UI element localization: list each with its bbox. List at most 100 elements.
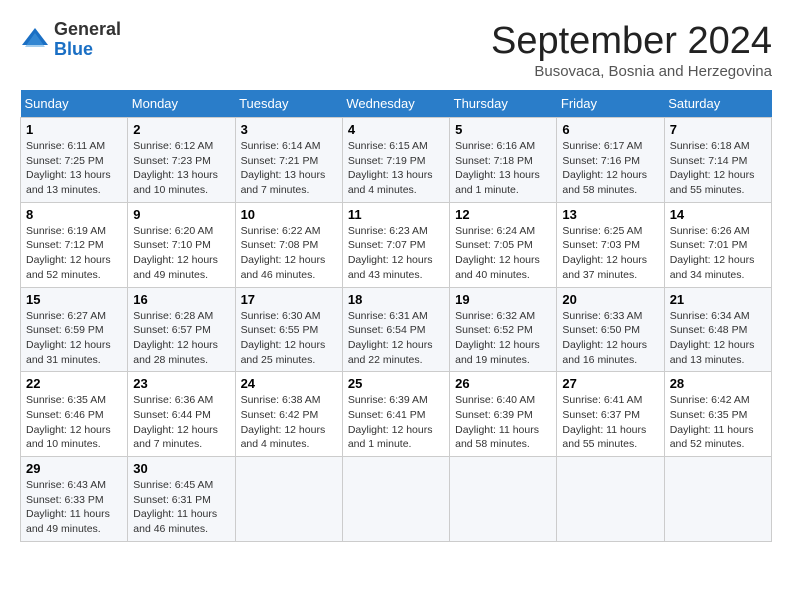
day-number: 21 [670,292,766,307]
calendar-cell: 19 Sunrise: 6:32 AMSunset: 6:52 PMDayligh… [450,287,557,372]
calendar-cell: 18 Sunrise: 6:31 AMSunset: 6:54 PMDayligh… [342,287,449,372]
day-number: 19 [455,292,551,307]
calendar-cell: 25Sunrise: 6:39 AMSunset: 6:41 PMDayligh… [342,372,449,457]
day-number: 23 [133,376,229,391]
logo-icon [20,25,50,55]
calendar-cell: 13 Sunrise: 6:25 AMSunset: 7:03 PMDayligh… [557,202,664,287]
day-number: 18 [348,292,444,307]
calendar-week-row: 29Sunrise: 6:43 AMSunset: 6:33 PMDayligh… [21,457,772,542]
day-info: Sunrise: 6:27 AMSunset: 6:59 PMDaylight:… [26,309,122,368]
day-number: 26 [455,376,551,391]
calendar-week-row: 8 Sunrise: 6:19 AMSunset: 7:12 PMDaylight… [21,202,772,287]
day-info: Sunrise: 6:25 AMSunset: 7:03 PMDaylight:… [562,224,658,283]
day-number: 12 [455,207,551,222]
day-info: Sunrise: 6:28 AMSunset: 6:57 PMDaylight:… [133,309,229,368]
calendar-cell: 9Sunrise: 6:20 AMSunset: 7:10 PMDaylight… [128,202,235,287]
logo-text: General Blue [54,20,121,60]
day-info: Sunrise: 6:16 AMSunset: 7:18 PMDaylight:… [455,139,551,198]
calendar-cell: 24 Sunrise: 6:38 AMSunset: 6:42 PMDayligh… [235,372,342,457]
day-number: 27 [562,376,658,391]
day-info: Sunrise: 6:26 AMSunset: 7:01 PMDaylight:… [670,224,766,283]
calendar-cell: 15Sunrise: 6:27 AMSunset: 6:59 PMDayligh… [21,287,128,372]
logo: General Blue [20,20,121,60]
page-header: General Blue September 2024 Busovaca, Bo… [20,20,772,80]
day-number: 17 [241,292,337,307]
day-number: 1 [26,122,122,137]
day-info: Sunrise: 6:30 AMSunset: 6:55 PMDaylight:… [241,309,337,368]
day-info: Sunrise: 6:41 AMSunset: 6:37 PMDaylight:… [562,393,658,452]
day-number: 16 [133,292,229,307]
calendar-cell: 8 Sunrise: 6:19 AMSunset: 7:12 PMDaylight… [21,202,128,287]
day-info: Sunrise: 6:17 AMSunset: 7:16 PMDaylight:… [562,139,658,198]
calendar-cell: 12 Sunrise: 6:24 AMSunset: 7:05 PMDayligh… [450,202,557,287]
calendar-cell: 17 Sunrise: 6:30 AMSunset: 6:55 PMDayligh… [235,287,342,372]
day-info: Sunrise: 6:12 AMSunset: 7:23 PMDaylight:… [133,139,229,198]
calendar-table: SundayMondayTuesdayWednesdayThursdayFrid… [20,90,772,542]
calendar-cell: 4 Sunrise: 6:15 AMSunset: 7:19 PMDaylight… [342,118,449,203]
day-info: Sunrise: 6:39 AMSunset: 6:41 PMDaylight:… [348,393,444,452]
calendar-cell: 26 Sunrise: 6:40 AMSunset: 6:39 PMDayligh… [450,372,557,457]
day-info: Sunrise: 6:23 AMSunset: 7:07 PMDaylight:… [348,224,444,283]
calendar-cell: 22 Sunrise: 6:35 AMSunset: 6:46 PMDayligh… [21,372,128,457]
calendar-cell: 28Sunrise: 6:42 AMSunset: 6:35 PMDayligh… [664,372,771,457]
day-number: 22 [26,376,122,391]
calendar-cell: 5 Sunrise: 6:16 AMSunset: 7:18 PMDaylight… [450,118,557,203]
calendar-cell: 29Sunrise: 6:43 AMSunset: 6:33 PMDayligh… [21,457,128,542]
calendar-cell: 20Sunrise: 6:33 AMSunset: 6:50 PMDayligh… [557,287,664,372]
column-header-thursday: Thursday [450,90,557,118]
column-header-friday: Friday [557,90,664,118]
day-number: 8 [26,207,122,222]
calendar-cell [450,457,557,542]
day-number: 6 [562,122,658,137]
day-number: 11 [348,207,444,222]
calendar-cell: 11 Sunrise: 6:23 AMSunset: 7:07 PMDayligh… [342,202,449,287]
day-info: Sunrise: 6:45 AMSunset: 6:31 PMDaylight:… [133,478,229,537]
calendar-cell: 16 Sunrise: 6:28 AMSunset: 6:57 PMDayligh… [128,287,235,372]
calendar-cell: 2Sunrise: 6:12 AMSunset: 7:23 PMDaylight… [128,118,235,203]
column-header-monday: Monday [128,90,235,118]
calendar-cell: 21 Sunrise: 6:34 AMSunset: 6:48 PMDayligh… [664,287,771,372]
day-info: Sunrise: 6:14 AMSunset: 7:21 PMDaylight:… [241,139,337,198]
calendar-cell: 6 Sunrise: 6:17 AMSunset: 7:16 PMDaylight… [557,118,664,203]
calendar-week-row: 22 Sunrise: 6:35 AMSunset: 6:46 PMDayligh… [21,372,772,457]
day-info: Sunrise: 6:34 AMSunset: 6:48 PMDaylight:… [670,309,766,368]
day-number: 30 [133,461,229,476]
calendar-week-row: 1Sunrise: 6:11 AMSunset: 7:25 PMDaylight… [21,118,772,203]
calendar-cell: 7 Sunrise: 6:18 AMSunset: 7:14 PMDaylight… [664,118,771,203]
day-number: 29 [26,461,122,476]
day-number: 4 [348,122,444,137]
day-info: Sunrise: 6:35 AMSunset: 6:46 PMDaylight:… [26,393,122,452]
day-info: Sunrise: 6:19 AMSunset: 7:12 PMDaylight:… [26,224,122,283]
day-number: 28 [670,376,766,391]
month-title: September 2024 [491,20,772,63]
column-header-sunday: Sunday [21,90,128,118]
day-info: Sunrise: 6:38 AMSunset: 6:42 PMDaylight:… [241,393,337,452]
day-info: Sunrise: 6:24 AMSunset: 7:05 PMDaylight:… [455,224,551,283]
calendar-header-row: SundayMondayTuesdayWednesdayThursdayFrid… [21,90,772,118]
title-block: September 2024 Busovaca, Bosnia and Herz… [491,20,772,80]
column-header-tuesday: Tuesday [235,90,342,118]
calendar-week-row: 15Sunrise: 6:27 AMSunset: 6:59 PMDayligh… [21,287,772,372]
day-number: 5 [455,122,551,137]
day-info: Sunrise: 6:32 AMSunset: 6:52 PMDaylight:… [455,309,551,368]
day-number: 3 [241,122,337,137]
day-number: 7 [670,122,766,137]
day-info: Sunrise: 6:36 AMSunset: 6:44 PMDaylight:… [133,393,229,452]
location-subtitle: Busovaca, Bosnia and Herzegovina [491,63,772,80]
day-info: Sunrise: 6:33 AMSunset: 6:50 PMDaylight:… [562,309,658,368]
day-number: 24 [241,376,337,391]
day-number: 14 [670,207,766,222]
calendar-cell [235,457,342,542]
calendar-cell [342,457,449,542]
day-number: 9 [133,207,229,222]
column-header-wednesday: Wednesday [342,90,449,118]
day-info: Sunrise: 6:40 AMSunset: 6:39 PMDaylight:… [455,393,551,452]
calendar-cell: 27 Sunrise: 6:41 AMSunset: 6:37 PMDayligh… [557,372,664,457]
calendar-cell: 10Sunrise: 6:22 AMSunset: 7:08 PMDayligh… [235,202,342,287]
calendar-cell [664,457,771,542]
day-info: Sunrise: 6:15 AMSunset: 7:19 PMDaylight:… [348,139,444,198]
day-info: Sunrise: 6:31 AMSunset: 6:54 PMDaylight:… [348,309,444,368]
day-number: 13 [562,207,658,222]
calendar-cell: 30 Sunrise: 6:45 AMSunset: 6:31 PMDayligh… [128,457,235,542]
day-info: Sunrise: 6:18 AMSunset: 7:14 PMDaylight:… [670,139,766,198]
